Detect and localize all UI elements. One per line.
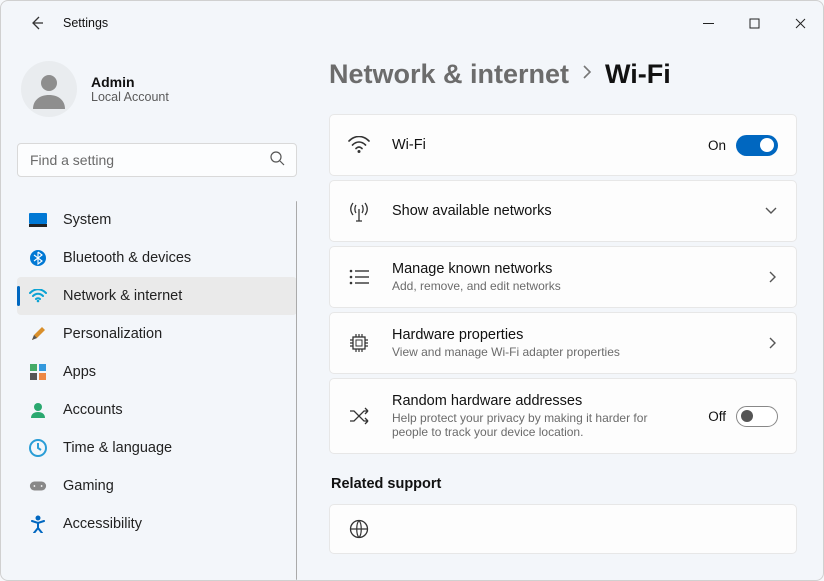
list-icon bbox=[348, 269, 370, 285]
sidebar-item-label: Gaming bbox=[63, 478, 114, 494]
sidebar-item-label: Accounts bbox=[63, 402, 123, 418]
wifi-state-label: On bbox=[708, 138, 726, 153]
random-state-label: Off bbox=[708, 409, 726, 424]
sidebar-item-system[interactable]: System bbox=[17, 201, 297, 239]
sidebar-item-apps[interactable]: Apps bbox=[17, 353, 297, 391]
monitor-icon bbox=[29, 211, 47, 229]
search-input[interactable] bbox=[17, 143, 297, 177]
back-button[interactable] bbox=[25, 11, 49, 35]
chip-icon bbox=[348, 332, 370, 354]
sidebar-item-network[interactable]: Network & internet bbox=[17, 277, 297, 315]
random-toggle[interactable] bbox=[736, 406, 778, 427]
bluetooth-icon bbox=[29, 249, 47, 267]
close-button[interactable] bbox=[777, 7, 823, 39]
person-icon bbox=[29, 69, 69, 109]
breadcrumb: Network & internet Wi-Fi bbox=[329, 59, 797, 90]
apps-icon bbox=[29, 363, 47, 381]
chevron-right-icon bbox=[768, 336, 778, 350]
main: Network & internet Wi-Fi Wi-Fi On Show a… bbox=[311, 45, 823, 580]
antenna-icon bbox=[348, 200, 370, 222]
avatar bbox=[21, 61, 77, 117]
sidebar-item-label: Accessibility bbox=[63, 516, 142, 532]
wifi-toggle[interactable] bbox=[736, 135, 778, 156]
search-icon bbox=[270, 151, 285, 171]
nav: System Bluetooth & devices Network & int… bbox=[17, 201, 297, 580]
profile[interactable]: Admin Local Account bbox=[17, 51, 297, 143]
globe-icon bbox=[348, 519, 370, 539]
search-box bbox=[17, 143, 297, 177]
card-subtitle: Help protect your privacy by making it h… bbox=[392, 411, 672, 439]
related-support-heading: Related support bbox=[331, 476, 797, 492]
profile-name: Admin bbox=[91, 74, 169, 90]
sidebar-item-personalization[interactable]: Personalization bbox=[17, 315, 297, 353]
titlebar: Settings bbox=[1, 1, 823, 45]
card-random-hardware[interactable]: Random hardware addresses Help protect y… bbox=[329, 378, 797, 454]
close-icon bbox=[795, 18, 806, 29]
sidebar-item-label: Personalization bbox=[63, 326, 162, 342]
shuffle-icon bbox=[348, 407, 370, 425]
sidebar-item-label: Network & internet bbox=[63, 288, 182, 304]
minimize-icon bbox=[703, 18, 714, 29]
sidebar-item-label: System bbox=[63, 212, 111, 228]
card-title: Manage known networks bbox=[392, 261, 768, 277]
settings-window: Settings Admin Local Account bbox=[0, 0, 824, 581]
chevron-down-icon bbox=[764, 206, 778, 216]
card-known-networks[interactable]: Manage known networks Add, remove, and e… bbox=[329, 246, 797, 308]
sidebar-item-accessibility[interactable]: Accessibility bbox=[17, 505, 297, 543]
window-controls bbox=[685, 7, 823, 39]
profile-subtitle: Local Account bbox=[91, 90, 169, 104]
card-hardware-properties[interactable]: Hardware properties View and manage Wi-F… bbox=[329, 312, 797, 374]
card-available-networks[interactable]: Show available networks bbox=[329, 180, 797, 242]
sidebar-item-label: Time & language bbox=[63, 440, 172, 456]
breadcrumb-parent[interactable]: Network & internet bbox=[329, 59, 569, 90]
arrow-left-icon bbox=[29, 15, 45, 31]
sidebar: Admin Local Account System Bluetooth & d… bbox=[1, 45, 311, 580]
card-title: Hardware properties bbox=[392, 327, 768, 343]
card-title: Wi-Fi bbox=[392, 137, 708, 153]
content: Admin Local Account System Bluetooth & d… bbox=[1, 45, 823, 580]
wifi-icon bbox=[348, 136, 370, 154]
card-wifi[interactable]: Wi-Fi On bbox=[329, 114, 797, 176]
sidebar-item-time-language[interactable]: Time & language bbox=[17, 429, 297, 467]
card-title: Random hardware addresses bbox=[392, 393, 708, 409]
wifi-icon bbox=[29, 287, 47, 305]
person-icon bbox=[29, 401, 47, 419]
chevron-right-icon bbox=[581, 64, 593, 85]
sidebar-item-bluetooth[interactable]: Bluetooth & devices bbox=[17, 239, 297, 277]
minimize-button[interactable] bbox=[685, 7, 731, 39]
nav-scrollbar[interactable] bbox=[296, 201, 297, 580]
card-title: Show available networks bbox=[392, 203, 764, 219]
sidebar-item-label: Bluetooth & devices bbox=[63, 250, 191, 266]
app-title: Settings bbox=[63, 16, 108, 30]
sidebar-item-accounts[interactable]: Accounts bbox=[17, 391, 297, 429]
card-subtitle: Add, remove, and edit networks bbox=[392, 279, 672, 293]
breadcrumb-current: Wi-Fi bbox=[605, 59, 671, 90]
maximize-icon bbox=[749, 18, 760, 29]
maximize-button[interactable] bbox=[731, 7, 777, 39]
sidebar-item-label: Apps bbox=[63, 364, 96, 380]
paintbrush-icon bbox=[29, 325, 47, 343]
accessibility-icon bbox=[29, 515, 47, 533]
gamepad-icon bbox=[29, 477, 47, 495]
card-subtitle: View and manage Wi-Fi adapter properties bbox=[392, 345, 672, 359]
clock-globe-icon bbox=[29, 439, 47, 457]
chevron-right-icon bbox=[768, 270, 778, 284]
sidebar-item-gaming[interactable]: Gaming bbox=[17, 467, 297, 505]
card-related-support[interactable] bbox=[329, 504, 797, 554]
